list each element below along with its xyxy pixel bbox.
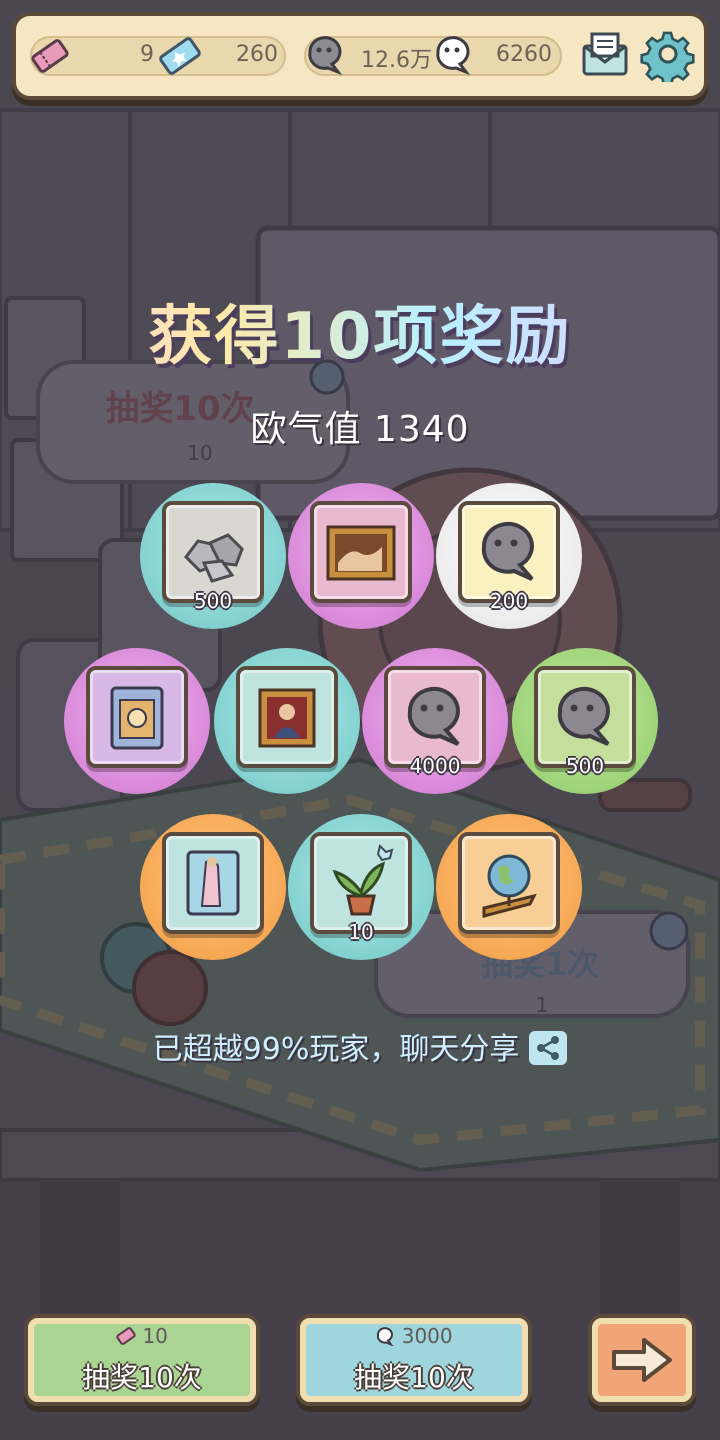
- blue-ticket-count: 260: [236, 42, 278, 67]
- reward-quantity: 500: [565, 754, 605, 778]
- reward-grey-ghost-200[interactable]: 200: [436, 483, 582, 629]
- grey-ghost-icon: [308, 36, 343, 76]
- next-arrow-button[interactable]: [588, 1314, 696, 1406]
- reward-book[interactable]: [64, 648, 210, 794]
- reward-quantity: 10: [348, 920, 374, 944]
- globe-icon: [482, 854, 537, 918]
- pink-ticket-icon: [116, 1327, 136, 1345]
- book-icon: [110, 686, 164, 750]
- share-text: 已超越99%玩家，聊天分享: [152, 1032, 520, 1067]
- pink-ticket-icon: [31, 39, 69, 73]
- reward-potted-plant[interactable]: 10: [288, 814, 434, 960]
- mail-icon[interactable]: [578, 28, 632, 82]
- resource-bar: 9 260 12.6万 6260: [12, 12, 708, 100]
- share-line[interactable]: 已超越99%玩家，聊天分享: [0, 1024, 720, 1068]
- book-figure-icon: [186, 850, 240, 916]
- pink-ticket-count: 9: [140, 42, 154, 67]
- draw-10-ghost-button[interactable]: 3000 抽奖10次: [296, 1314, 532, 1406]
- reward-rocks[interactable]: 500: [140, 483, 286, 629]
- blue-ticket-icon: [159, 37, 201, 75]
- painting-icon: [326, 525, 396, 581]
- grey-ghost-count: 12.6万: [361, 48, 432, 73]
- draw-ghost-cost: 3000: [300, 1324, 528, 1348]
- rocks-icon: [184, 533, 244, 583]
- reward-painting-madonna[interactable]: [214, 648, 360, 794]
- grey-ghost-icon: [557, 687, 610, 746]
- reward-grey-ghost-4000[interactable]: 4000: [362, 648, 508, 794]
- draw-ticket-label: 抽奖10次: [82, 1361, 202, 1394]
- reward-quantity: 4000: [409, 754, 461, 778]
- settings-gear-icon[interactable]: [640, 26, 696, 82]
- reward-painting-nude[interactable]: [288, 483, 434, 629]
- draw-ghost-cost-value: 3000: [401, 1324, 453, 1348]
- reward-book-figure[interactable]: [140, 814, 286, 960]
- white-ghost-icon: [436, 36, 471, 76]
- arrow-right-icon: [612, 1338, 672, 1382]
- reward-quantity: 500: [193, 589, 233, 613]
- icon-painting-icon: [258, 688, 316, 748]
- share-icon[interactable]: [529, 1030, 568, 1065]
- potted-plant-icon: [332, 844, 394, 916]
- white-ghost-count: 6260: [496, 42, 552, 67]
- grey-ghost-icon: [407, 687, 460, 746]
- reward-grey-ghost-500[interactable]: 500: [512, 648, 658, 794]
- draw-ticket-cost: 10: [28, 1324, 256, 1348]
- draw-ticket-cost-value: 10: [142, 1324, 168, 1348]
- draw-10-ticket-button[interactable]: 10 抽奖10次: [24, 1314, 260, 1406]
- luck-value: 欧气值 1340: [250, 409, 470, 450]
- grey-ghost-icon: [481, 522, 534, 581]
- reward-title: 获得10项奖励: [0, 285, 720, 377]
- reward-quantity: 200: [489, 589, 529, 613]
- draw-ghost-label: 抽奖10次: [354, 1361, 474, 1394]
- reward-globe[interactable]: [436, 814, 582, 960]
- white-ghost-icon: [377, 1327, 395, 1347]
